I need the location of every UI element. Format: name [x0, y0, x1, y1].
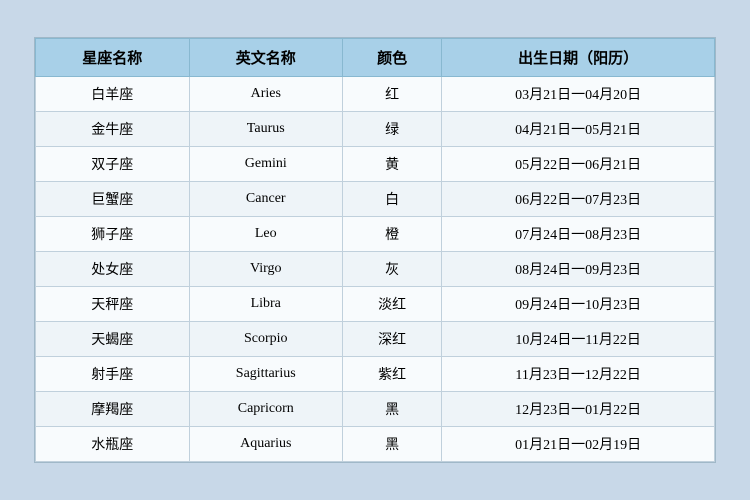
cell-english-name: Taurus — [189, 112, 343, 147]
header-color: 颜色 — [343, 39, 442, 77]
cell-english-name: Aries — [189, 77, 343, 112]
table-row: 处女座Virgo灰08月24日一09月23日 — [36, 252, 715, 287]
cell-english-name: Aquarius — [189, 427, 343, 462]
cell-dates: 11月23日一12月22日 — [442, 357, 715, 392]
table-row: 摩羯座Capricorn黑12月23日一01月22日 — [36, 392, 715, 427]
cell-color: 淡红 — [343, 287, 442, 322]
cell-english-name: Libra — [189, 287, 343, 322]
cell-dates: 08月24日一09月23日 — [442, 252, 715, 287]
cell-chinese-name: 双子座 — [36, 147, 190, 182]
zodiac-table-container: 星座名称 英文名称 颜色 出生日期（阳历） 白羊座Aries红03月21日一04… — [34, 37, 716, 463]
cell-chinese-name: 水瓶座 — [36, 427, 190, 462]
table-header-row: 星座名称 英文名称 颜色 出生日期（阳历） — [36, 39, 715, 77]
table-row: 白羊座Aries红03月21日一04月20日 — [36, 77, 715, 112]
cell-color: 红 — [343, 77, 442, 112]
cell-color: 白 — [343, 182, 442, 217]
zodiac-table: 星座名称 英文名称 颜色 出生日期（阳历） 白羊座Aries红03月21日一04… — [35, 38, 715, 462]
cell-color: 橙 — [343, 217, 442, 252]
cell-chinese-name: 巨蟹座 — [36, 182, 190, 217]
cell-english-name: Scorpio — [189, 322, 343, 357]
cell-english-name: Cancer — [189, 182, 343, 217]
table-row: 金牛座Taurus绿04月21日一05月21日 — [36, 112, 715, 147]
cell-chinese-name: 白羊座 — [36, 77, 190, 112]
cell-color: 黑 — [343, 427, 442, 462]
cell-dates: 12月23日一01月22日 — [442, 392, 715, 427]
cell-chinese-name: 狮子座 — [36, 217, 190, 252]
cell-english-name: Sagittarius — [189, 357, 343, 392]
table-row: 天蝎座Scorpio深红10月24日一11月22日 — [36, 322, 715, 357]
cell-chinese-name: 摩羯座 — [36, 392, 190, 427]
cell-color: 灰 — [343, 252, 442, 287]
header-english-name: 英文名称 — [189, 39, 343, 77]
cell-english-name: Gemini — [189, 147, 343, 182]
cell-chinese-name: 射手座 — [36, 357, 190, 392]
table-row: 射手座Sagittarius紫红11月23日一12月22日 — [36, 357, 715, 392]
cell-dates: 05月22日一06月21日 — [442, 147, 715, 182]
header-chinese-name: 星座名称 — [36, 39, 190, 77]
cell-color: 紫红 — [343, 357, 442, 392]
cell-english-name: Capricorn — [189, 392, 343, 427]
table-row: 天秤座Libra淡红09月24日一10月23日 — [36, 287, 715, 322]
cell-english-name: Virgo — [189, 252, 343, 287]
cell-dates: 07月24日一08月23日 — [442, 217, 715, 252]
cell-dates: 03月21日一04月20日 — [442, 77, 715, 112]
cell-dates: 09月24日一10月23日 — [442, 287, 715, 322]
cell-chinese-name: 天蝎座 — [36, 322, 190, 357]
cell-chinese-name: 处女座 — [36, 252, 190, 287]
cell-dates: 04月21日一05月21日 — [442, 112, 715, 147]
table-row: 水瓶座Aquarius黑01月21日一02月19日 — [36, 427, 715, 462]
cell-color: 绿 — [343, 112, 442, 147]
table-row: 狮子座Leo橙07月24日一08月23日 — [36, 217, 715, 252]
cell-dates: 06月22日一07月23日 — [442, 182, 715, 217]
header-dates: 出生日期（阳历） — [442, 39, 715, 77]
cell-color: 黑 — [343, 392, 442, 427]
table-row: 双子座Gemini黄05月22日一06月21日 — [36, 147, 715, 182]
cell-color: 黄 — [343, 147, 442, 182]
table-body: 白羊座Aries红03月21日一04月20日金牛座Taurus绿04月21日一0… — [36, 77, 715, 462]
cell-color: 深红 — [343, 322, 442, 357]
cell-chinese-name: 天秤座 — [36, 287, 190, 322]
cell-english-name: Leo — [189, 217, 343, 252]
cell-chinese-name: 金牛座 — [36, 112, 190, 147]
cell-dates: 10月24日一11月22日 — [442, 322, 715, 357]
table-row: 巨蟹座Cancer白06月22日一07月23日 — [36, 182, 715, 217]
cell-dates: 01月21日一02月19日 — [442, 427, 715, 462]
